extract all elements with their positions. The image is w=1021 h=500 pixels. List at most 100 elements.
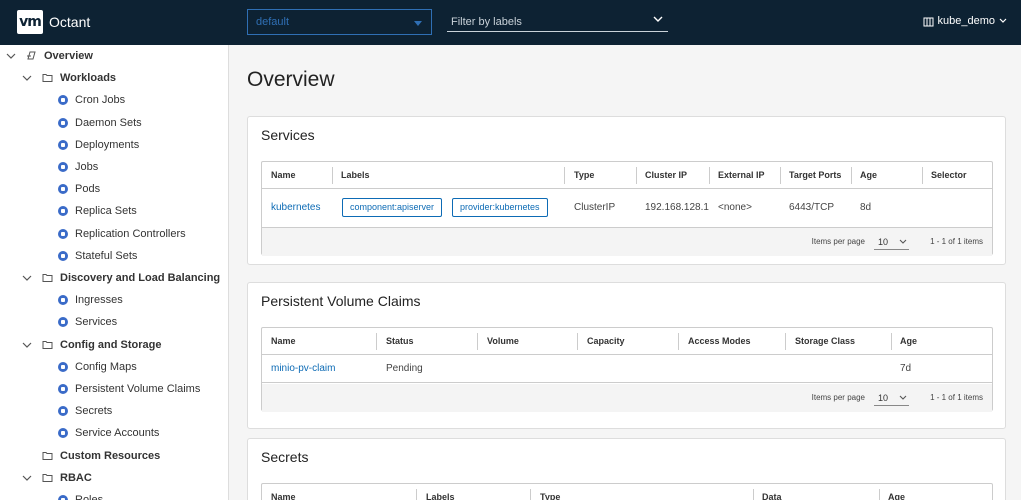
sidebar-item-roles[interactable]: Roles	[0, 489, 228, 500]
column-header[interactable]: Name	[262, 328, 296, 355]
sidebar-item-discovery-and-load-balancing[interactable]: Discovery and Load Balancing	[0, 267, 228, 289]
folder-icon	[42, 451, 53, 460]
column-header[interactable]: Cluster IP	[636, 162, 687, 189]
items-per-page-label: Items per page	[811, 237, 865, 246]
age-cell: 8d	[860, 202, 872, 213]
chevron-down-icon[interactable]	[6, 51, 16, 61]
pvc-name-link[interactable]: minio-pv-claim	[262, 363, 335, 374]
sidebar-item-replication-controllers[interactable]: Replication Controllers	[0, 223, 228, 245]
sidebar-item-replica-sets[interactable]: Replica Sets	[0, 200, 228, 222]
resource-icon	[58, 317, 68, 328]
sidebar-item-label: Config Maps	[75, 360, 137, 373]
item-count: 1 - 1 of 1 items	[930, 393, 983, 402]
column-header[interactable]: Capacity	[578, 328, 625, 355]
sidebar-item-cron-jobs[interactable]: Cron Jobs	[0, 89, 228, 111]
chevron-down-icon	[899, 395, 907, 400]
sidebar-nav: Overview Workloads Cron Jobs Daemon Sets Dep…	[0, 45, 229, 500]
column-header[interactable]: Age	[879, 484, 905, 500]
resource-icon	[58, 162, 68, 172]
filter-placeholder: Filter by labels	[451, 16, 522, 28]
sidebar-item-rbac[interactable]: RBAC	[0, 467, 228, 489]
column-header[interactable]: Labels	[332, 162, 370, 189]
context-switcher[interactable]: kube_demo	[923, 15, 1008, 27]
sidebar-item-label: Pods	[75, 183, 101, 196]
folder-icon	[42, 274, 53, 282]
sidebar-item-stateful-sets[interactable]: Stateful Sets	[0, 245, 228, 267]
sidebar-item-label: Discovery and Load Balancing	[60, 272, 221, 284]
sidebar-item-daemon-sets[interactable]: Daemon Sets	[0, 112, 228, 134]
sidebar-item-label: Replication Controllers	[75, 227, 186, 240]
service-name-link[interactable]: kubernetes	[262, 202, 320, 213]
page-size-value: 10	[878, 237, 889, 247]
sidebar-item-label: Daemon Sets	[75, 116, 142, 129]
column-header[interactable]: Type	[565, 162, 594, 189]
item-count: 1 - 1 of 1 items	[930, 237, 983, 246]
sidebar-item-secrets[interactable]: Secrets	[0, 400, 228, 422]
chevron-down-icon[interactable]	[22, 473, 32, 483]
sidebar-item-custom-resources[interactable]: Custom Resources	[0, 445, 228, 467]
sidebar-item-overview[interactable]: Overview	[0, 45, 228, 67]
chevron-down-icon[interactable]	[22, 273, 32, 283]
sidebar-item-pods[interactable]: Pods	[0, 178, 228, 200]
column-header[interactable]: Status	[377, 328, 414, 355]
sidebar-item-label: Config and Storage	[60, 338, 162, 351]
table-header: Name Status Volume Capacity Access Modes…	[262, 328, 992, 355]
resource-icon	[58, 117, 68, 128]
resource-icon	[58, 95, 68, 106]
column-header[interactable]: Age	[851, 162, 877, 189]
resource-icon	[58, 428, 68, 439]
column-header[interactable]: Storage Class	[786, 328, 855, 355]
table-header: Name Labels Type Cluster IP External IP …	[262, 162, 992, 189]
secrets-card: Secrets Name Labels Type Data Age	[247, 438, 1006, 500]
column-header[interactable]: Volume	[478, 328, 519, 355]
sidebar-item-config-maps[interactable]: Config Maps	[0, 356, 228, 378]
sidebar-item-config-and-storage[interactable]: Config and Storage	[0, 334, 228, 356]
resource-icon	[58, 384, 68, 394]
folder-icon	[42, 473, 53, 482]
sidebar-item-label: Services	[75, 316, 118, 329]
top-header: vm Octant default Filter by labels kube_…	[0, 0, 1021, 45]
chevron-down-icon[interactable]	[22, 73, 32, 83]
sidebar-item-label: Replica Sets	[75, 205, 137, 218]
namespace-select[interactable]: default	[247, 9, 432, 35]
column-header[interactable]: Target Ports	[780, 162, 841, 189]
label-filter-input[interactable]: Filter by labels	[447, 12, 668, 32]
sidebar-item-services[interactable]: Services	[0, 311, 228, 333]
sidebar-item-label: Jobs	[75, 161, 99, 173]
column-header[interactable]: Name	[262, 162, 296, 189]
cluster-icon	[923, 17, 933, 26]
sidebar-item-label: Custom Resources	[60, 449, 161, 462]
sidebar-item-service-accounts[interactable]: Service Accounts	[0, 422, 228, 444]
column-header[interactable]: Access Modes	[679, 328, 751, 355]
context-name: kube_demo	[937, 15, 996, 27]
folder-icon	[42, 74, 53, 83]
resource-icon	[58, 406, 68, 417]
target-ports-cell: 6443/TCP	[789, 202, 835, 213]
column-header[interactable]: Selector	[922, 162, 967, 189]
table-footer: Items per page 10 1 - 1 of 1 items	[262, 384, 992, 412]
sidebar-item-label: Service Accounts	[75, 427, 160, 440]
sidebar-item-ingresses[interactable]: Ingresses	[0, 289, 228, 311]
column-header[interactable]: External IP	[709, 162, 765, 189]
app-title: Octant	[49, 14, 91, 30]
sidebar-item-workloads[interactable]: Workloads	[0, 67, 228, 89]
column-header[interactable]: Data	[753, 484, 782, 500]
table-row: kubernetes component:apiserver provider:…	[262, 189, 992, 228]
services-card: Services Name Labels Type Cluster IP Ext…	[247, 116, 1006, 265]
column-header[interactable]: Type	[531, 484, 560, 500]
sidebar-item-deployments[interactable]: Deployments	[0, 134, 228, 156]
card-title: Secrets	[261, 449, 309, 465]
resource-icon	[58, 139, 68, 150]
column-header[interactable]: Name	[262, 484, 296, 500]
page-size-select[interactable]: 10	[874, 234, 909, 250]
age-cell: 7d	[900, 363, 912, 374]
vmware-logo: vm	[17, 10, 43, 34]
sidebar-item-persistent-volume-claims[interactable]: Persistent Volume Claims	[0, 378, 228, 400]
namespace-value: default	[256, 16, 290, 28]
column-header[interactable]: Labels	[417, 484, 455, 500]
column-header[interactable]: Age	[891, 328, 917, 355]
chevron-down-icon[interactable]	[22, 340, 32, 350]
sidebar-item-label: Deployments	[75, 138, 140, 151]
sidebar-item-jobs[interactable]: Jobs	[0, 156, 228, 178]
page-size-select[interactable]: 10	[874, 390, 909, 406]
